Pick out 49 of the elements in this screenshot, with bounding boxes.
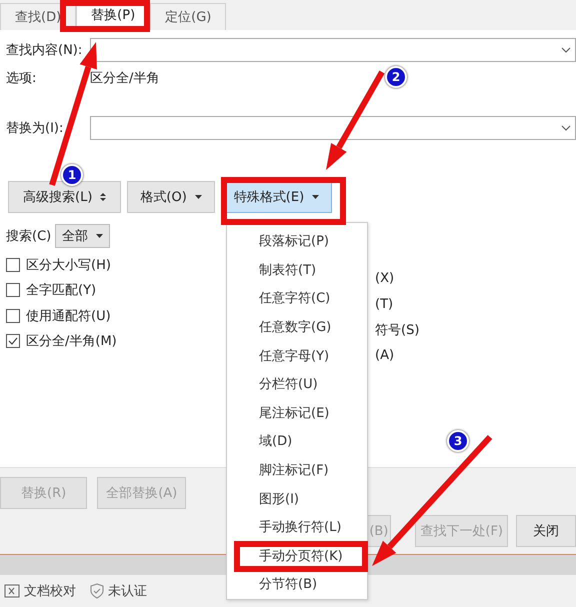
option-label: (A) (375, 346, 396, 365)
step-number-badge: 1 (61, 164, 83, 186)
menu-item[interactable]: 分栏符(U) (227, 370, 367, 399)
find-label: 查找内容(N): (6, 42, 84, 59)
caret-icon (194, 195, 202, 199)
dialog-button[interactable]: 关闭 (516, 515, 576, 547)
chevron-down-icon (561, 125, 571, 131)
option-label: 符号(S) (375, 322, 420, 340)
checkbox-label: 区分全/半角(M) (26, 333, 117, 350)
replace-field[interactable] (90, 116, 576, 140)
checkbox-label: 全字匹配(Y) (26, 282, 96, 300)
menu-item[interactable]: 任意数字(G) (227, 312, 367, 342)
menu-item[interactable]: 脚注标记(F) (227, 456, 367, 484)
shield-icon (90, 583, 104, 599)
step-number-badge: 2 (385, 66, 407, 88)
menu-item[interactable]: 尾注标记(E) (227, 398, 367, 428)
caret-icon (312, 195, 320, 199)
checkbox-label: 区分大小写(H) (26, 256, 111, 274)
options-label: 选项: (6, 70, 38, 87)
menu-item[interactable]: 手动换行符(L) (227, 512, 367, 542)
checkbox[interactable] (6, 258, 20, 272)
replace-label: 替换为(I): (6, 120, 64, 137)
menu-item[interactable]: 图形(I) (227, 484, 367, 513)
find-field[interactable] (90, 38, 576, 62)
menu-item[interactable]: 域(D) (227, 427, 367, 456)
option-label: (T) (375, 296, 394, 314)
checkbox[interactable] (6, 308, 20, 323)
check-icon (8, 337, 18, 346)
toolbar-button[interactable]: 高级搜索(L) (8, 181, 122, 213)
search-label: 搜索(C) (6, 228, 52, 245)
caret-icon (96, 234, 104, 238)
tab[interactable]: 定位(G) (150, 3, 226, 30)
option-label: (X) (375, 270, 396, 288)
menu-item[interactable]: 任意字符(C) (227, 284, 367, 313)
chevron-down-icon (561, 47, 571, 53)
collapse-icon (100, 193, 106, 201)
checkbox[interactable] (6, 283, 20, 298)
status-text: 文档校对 (24, 583, 76, 600)
toolbar-button[interactable]: 格式(O) (127, 181, 215, 213)
menu-item[interactable]: 任意字母(Y) (227, 341, 367, 370)
menu-item[interactable]: 制表符(T) (227, 256, 367, 284)
menu-item[interactable]: 段落标记(P) (227, 227, 367, 256)
options-text: 区分全/半角 (90, 70, 160, 87)
checkbox[interactable] (6, 334, 20, 348)
menu-item[interactable]: 分节符(B) (227, 570, 367, 599)
step-number-badge: 3 (447, 430, 469, 452)
checkbox-label: 使用通配符(U) (26, 308, 111, 325)
search-dropdown[interactable]: 全部 (55, 224, 110, 248)
status-text: 未认证 (108, 583, 147, 600)
